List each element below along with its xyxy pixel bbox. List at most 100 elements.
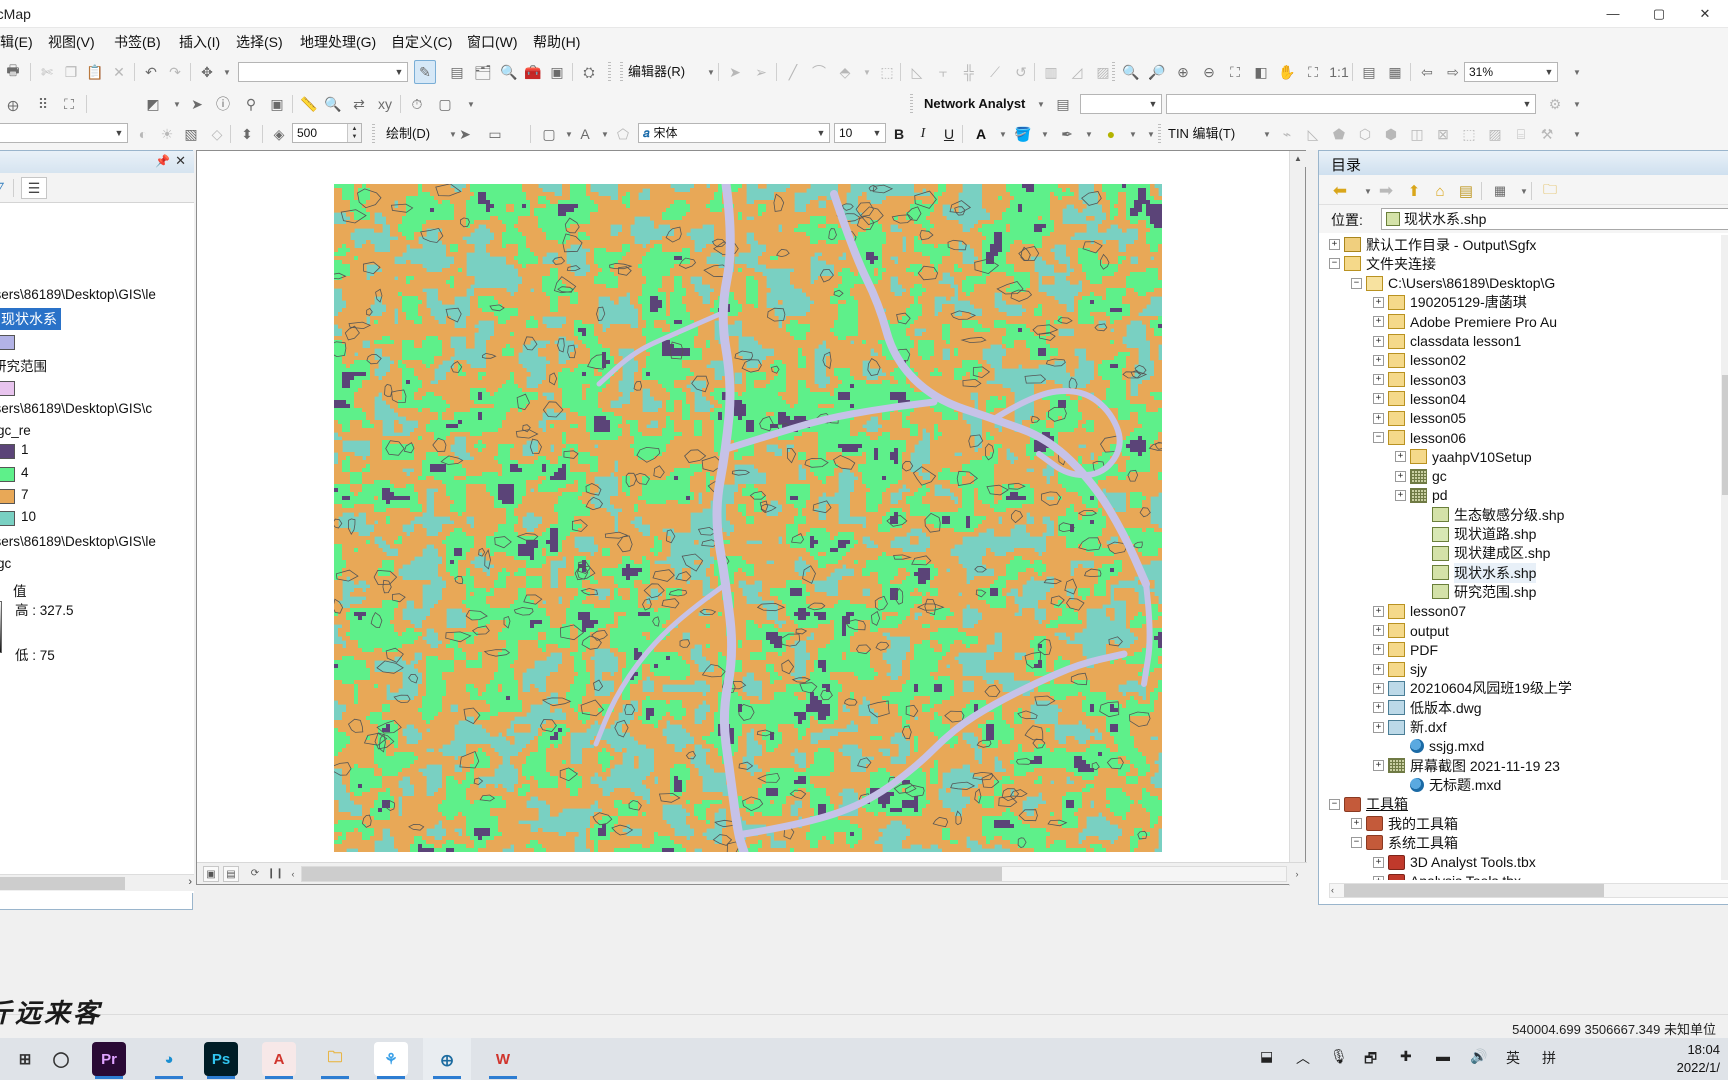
back-icon[interactable]: ⬅ xyxy=(1329,179,1351,203)
toc-class-swatch[interactable] xyxy=(0,444,15,459)
catalog-horizontal-scrollbar[interactable]: ‹ xyxy=(1329,883,1728,898)
expand-icon[interactable]: + xyxy=(1373,412,1384,424)
catalog-tree-item[interactable]: ssjg.mxd xyxy=(1395,737,1728,756)
chevron-down-icon[interactable]: ▼ xyxy=(1541,63,1557,81)
forward-icon[interactable]: ➡ xyxy=(1375,179,1397,203)
tin-toolbar-grip[interactable] xyxy=(1158,124,1161,144)
toc-layer-name[interactable]: 值 xyxy=(13,580,27,600)
find-icon[interactable]: 🔍 xyxy=(322,92,344,116)
collapse-icon[interactable]: − xyxy=(1329,798,1340,810)
marker-color-icon[interactable]: ● xyxy=(1100,122,1122,146)
fill-bucket-icon[interactable]: 🪣 xyxy=(1012,122,1034,146)
curve-segment-icon[interactable]: ⌒ xyxy=(808,60,830,84)
draw-menu-button[interactable]: 绘制(D) xyxy=(386,122,430,146)
network-analyst-grip[interactable] xyxy=(910,94,913,114)
list-view-icon[interactable]: ▦ xyxy=(1489,179,1511,203)
menu-item-5[interactable]: 地理处理(G) xyxy=(294,28,382,56)
map-canvas[interactable] xyxy=(334,184,1162,852)
catalog-tree-item[interactable]: − 工具箱 xyxy=(1329,795,1728,814)
delete-icon[interactable]: ✕ xyxy=(108,60,130,84)
catalog-tree-item[interactable]: + 屏幕截图 2021-11-19 23 xyxy=(1373,756,1728,775)
sketch-properties-icon[interactable]: ◿ xyxy=(1066,60,1088,84)
previous-extent-icon[interactable]: ◧ xyxy=(1250,60,1272,84)
catalog-tree-item[interactable]: − lesson06 xyxy=(1373,428,1728,447)
list-by-drawing-order-icon[interactable]: ⧨ xyxy=(0,177,11,199)
collapse-icon[interactable]: − xyxy=(1329,258,1340,270)
screen-share-icon[interactable]: 🗗 xyxy=(1364,1048,1377,1072)
edit-tool-icon[interactable]: ➤ xyxy=(724,60,746,84)
catalog-tree-item[interactable]: + yaahpV10Setup xyxy=(1395,447,1728,466)
toc-class-swatch[interactable] xyxy=(0,489,15,504)
font-color-dropdown-icon[interactable]: ▼ xyxy=(992,122,1014,146)
map-scroll-left-arrow[interactable]: ‹ xyxy=(286,867,300,881)
toc-layer-list[interactable]: \Users\86189\Desktop\GIS\le 现状水系研究范围 \User… xyxy=(0,203,194,893)
catalog-tree-item[interactable]: + output xyxy=(1373,621,1728,640)
autocad-icon[interactable]: A xyxy=(262,1042,296,1076)
catalog-tree-item[interactable]: + classdata lesson1 xyxy=(1373,332,1728,351)
ime-lang-icon[interactable]: 英 xyxy=(1506,1048,1520,1068)
globe-tool-icon[interactable]: 🜨 xyxy=(2,92,24,116)
draw-toolbar-grip[interactable] xyxy=(372,124,375,144)
spinner-arrows-icon[interactable]: ▲ ▼ xyxy=(347,124,361,142)
catalog-hscroll-thumb[interactable] xyxy=(1344,884,1604,897)
fixed-zoom-in-icon[interactable]: ⊕ xyxy=(1172,60,1194,84)
measure-icon[interactable]: 📏 xyxy=(298,92,320,116)
map-horizontal-scrollbar[interactable]: ‹ › xyxy=(292,866,1299,882)
expand-icon[interactable]: + xyxy=(1395,451,1406,463)
network-analyst-window-icon[interactable]: ▤ xyxy=(1052,92,1074,116)
up-one-level-icon[interactable]: ⬆ xyxy=(1403,179,1425,203)
menu-item-2[interactable]: 书签(B) xyxy=(108,28,167,56)
catalog-tree-item[interactable]: − 文件夹连接 xyxy=(1329,254,1728,273)
table-of-contents-icon[interactable]: ▤ xyxy=(446,60,468,84)
line-color-icon[interactable]: ✒ xyxy=(1056,122,1078,146)
new-connection-icon[interactable]: 🗀 xyxy=(1539,179,1561,203)
zoom-in-icon[interactable]: 🔍 xyxy=(1120,60,1142,84)
attribute-table-icon[interactable]: ▥ xyxy=(1040,60,1062,84)
catalog-tree-item[interactable]: − 系统工具箱 xyxy=(1351,833,1728,852)
expand-icon[interactable]: + xyxy=(1329,239,1340,250)
transparency-spinner[interactable]: 500 ▲ ▼ xyxy=(292,123,362,143)
expand-icon[interactable]: + xyxy=(1373,296,1384,308)
cut-polygons-icon[interactable]: ◺ xyxy=(906,60,928,84)
collapse-icon[interactable]: − xyxy=(1373,432,1384,443)
select-features-icon[interactable]: ◩ xyxy=(142,92,164,116)
expand-icon[interactable]: + xyxy=(1351,818,1362,829)
taskbar-clock[interactable]: 18:04 2022/1/ xyxy=(1677,1041,1720,1077)
zoom-scale-combo[interactable]: 31% ▼ xyxy=(1464,62,1558,82)
catalog-tree-item[interactable]: + lesson05 xyxy=(1373,409,1728,428)
network-analyst-dropdown-icon[interactable]: ▼ xyxy=(1030,92,1052,116)
edge-icon[interactable]: ◕ xyxy=(152,1042,186,1076)
tin-props-icon[interactable]: ⚒ xyxy=(1536,122,1558,146)
expand-icon[interactable]: + xyxy=(1373,335,1384,347)
catalog-tree-item[interactable]: + Analysis Tools.tbx xyxy=(1373,872,1728,880)
expand-icon[interactable]: + xyxy=(1373,625,1384,636)
toolbar-overflow-icon[interactable]: ▼ xyxy=(1566,122,1588,146)
copy-icon[interactable]: ❐ xyxy=(60,60,82,84)
straight-segment-icon[interactable]: ╱ xyxy=(782,60,804,84)
zoom-whole-page-icon[interactable]: ⛶ xyxy=(1302,60,1324,84)
line-color-dropdown-icon[interactable]: ▼ xyxy=(1078,122,1100,146)
split-tool-icon[interactable]: ⫟ xyxy=(932,60,954,84)
toc-layer-name[interactable]: gc xyxy=(0,556,11,571)
expand-icon[interactable]: + xyxy=(1373,663,1384,675)
edit-annotation-icon[interactable]: ➢ xyxy=(750,60,772,84)
catalog-tree-item[interactable]: + PDF xyxy=(1373,640,1728,659)
catalog-tree[interactable]: + 默认工作目录 - Output\Sgfx − 文件夹连接 − C:\Users\861… xyxy=(1329,235,1728,880)
expand-icon[interactable]: + xyxy=(1373,605,1384,617)
print-icon[interactable]: 🖶 xyxy=(2,60,24,84)
map-hscroll-thumb[interactable] xyxy=(302,867,1002,881)
network-analyst-menu[interactable]: Network Analyst xyxy=(924,92,1025,116)
catalog-tree-item[interactable]: 现状水系.shp xyxy=(1417,562,1728,583)
select-elements-icon[interactable]: ➤ xyxy=(186,92,208,116)
transparency-icon[interactable]: ⬍ xyxy=(236,122,258,146)
create-viewer-icon[interactable]: ▢ xyxy=(434,92,456,116)
full-extent-icon[interactable]: ⛶ xyxy=(1224,60,1246,84)
toc-symbol-swatch[interactable] xyxy=(0,381,15,396)
catalog-tree-item[interactable]: 现状道路.shp xyxy=(1417,525,1728,544)
catalog-tree-item[interactable]: + 默认工作目录 - Output\Sgfx xyxy=(1329,235,1728,254)
chevron-down-icon[interactable]: ▼ xyxy=(1145,95,1161,113)
catalog-tree-item[interactable]: + Adobe Premiere Pro Au xyxy=(1373,312,1728,331)
navigation-toolbar-grip[interactable] xyxy=(1112,62,1115,82)
menu-item-1[interactable]: 视图(V) xyxy=(42,28,101,56)
tin-delete-icon[interactable]: ⊠ xyxy=(1432,122,1454,146)
